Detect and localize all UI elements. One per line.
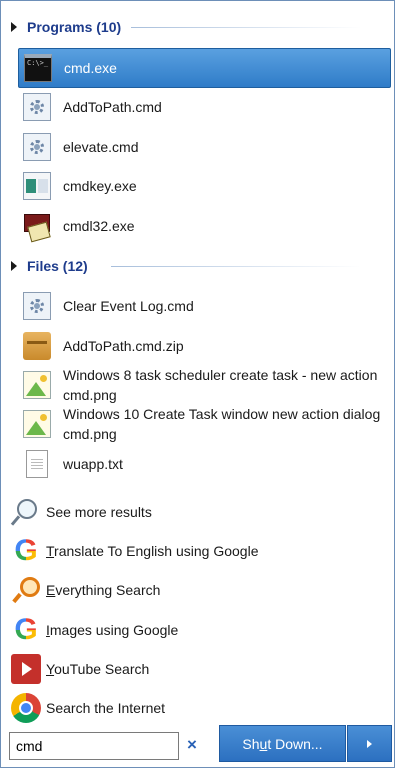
chevron-right-icon bbox=[367, 739, 372, 748]
expand-triangle-icon bbox=[11, 261, 17, 271]
program-item-cmdl32[interactable]: cmdl32.exe bbox=[18, 206, 391, 246]
see-more-label: See more results bbox=[46, 504, 152, 520]
gear-icon bbox=[23, 292, 51, 320]
access-key: T bbox=[46, 543, 55, 559]
translate-label: Translate To English using Google bbox=[46, 543, 258, 559]
google-icon: G bbox=[11, 536, 41, 566]
internet-label: Search the Internet bbox=[46, 700, 166, 716]
translate-google-action[interactable]: G Translate To English using Google bbox=[11, 532, 381, 570]
everything-label: Everything Search bbox=[46, 582, 160, 598]
everything-search-icon bbox=[11, 575, 41, 605]
programs-group-header[interactable]: Programs (10) bbox=[11, 16, 121, 38]
youtube-search-action[interactable]: YouTube Search bbox=[11, 650, 381, 688]
gear-icon bbox=[23, 93, 51, 121]
search-input[interactable] bbox=[9, 732, 179, 760]
file-item-clear-event-log[interactable]: Clear Event Log.cmd bbox=[18, 286, 391, 326]
programs-header-label: Programs (10) bbox=[27, 19, 122, 35]
file-item-label: Windows 10 Create Task window new action… bbox=[63, 406, 381, 442]
label-rest: ranslate To English using Google bbox=[54, 543, 259, 559]
shut-down-options-button[interactable] bbox=[347, 725, 392, 762]
file-item-label: Clear Event Log.cmd bbox=[63, 298, 194, 314]
files-group-header[interactable]: Files (12) bbox=[11, 255, 88, 277]
program-item-label: cmd.exe bbox=[64, 60, 117, 76]
program-item-label: cmdl32.exe bbox=[63, 218, 135, 234]
magnifier-icon bbox=[11, 497, 41, 527]
file-item-label: Windows 8 task scheduler create task - n… bbox=[63, 367, 378, 403]
image-icon bbox=[23, 410, 51, 438]
zip-icon bbox=[23, 332, 51, 360]
program-item-label: AddToPath.cmd bbox=[63, 99, 162, 115]
program-item-label: cmdkey.exe bbox=[63, 178, 137, 194]
everything-search-action[interactable]: Everything Search bbox=[11, 571, 381, 609]
file-item-wuapp[interactable]: wuapp.txt bbox=[18, 444, 391, 484]
label-rest: ouTube Search bbox=[54, 661, 150, 677]
search-internet-action[interactable]: Search the Internet bbox=[11, 689, 381, 727]
image-icon bbox=[23, 371, 51, 399]
files-header-label: Files (12) bbox=[27, 258, 88, 274]
access-key: u bbox=[259, 735, 268, 752]
key-icon bbox=[23, 172, 51, 200]
youtube-label: YouTube Search bbox=[46, 661, 149, 677]
file-item-label: wuapp.txt bbox=[63, 456, 123, 472]
images-google-action[interactable]: G Images using Google bbox=[11, 611, 381, 649]
see-more-results[interactable]: See more results bbox=[11, 493, 381, 531]
clear-search-icon[interactable]: × bbox=[187, 735, 197, 755]
gear-icon bbox=[23, 133, 51, 161]
expand-triangle-icon bbox=[11, 22, 17, 32]
shutdown-label-pre: Sh bbox=[242, 735, 260, 752]
program-item-elevate[interactable]: elevate.cmd bbox=[18, 127, 391, 167]
label-rest: verything Search bbox=[55, 582, 161, 598]
cmd-icon bbox=[24, 54, 52, 82]
images-label: Images using Google bbox=[46, 622, 178, 638]
program-item-cmd-exe[interactable]: cmd.exe bbox=[18, 48, 391, 88]
shutdown-label-post: t Down... bbox=[267, 735, 323, 752]
program-item-addtopath[interactable]: AddToPath.cmd bbox=[18, 87, 391, 127]
program-item-label: elevate.cmd bbox=[63, 139, 139, 155]
file-item-addtopath-zip[interactable]: AddToPath.cmd.zip bbox=[18, 326, 391, 366]
access-key: Y bbox=[46, 661, 55, 677]
text-file-icon bbox=[26, 450, 48, 478]
file-item-win10-png[interactable]: Windows 10 Create Task window new action… bbox=[18, 403, 391, 445]
google-icon: G bbox=[11, 615, 41, 645]
youtube-icon bbox=[11, 654, 41, 684]
label-rest: mages using Google bbox=[49, 622, 179, 638]
chrome-icon bbox=[11, 693, 41, 723]
file-item-label: AddToPath.cmd.zip bbox=[63, 338, 184, 354]
access-key: E bbox=[46, 582, 56, 598]
shut-down-button[interactable]: Sh u t Down... bbox=[219, 725, 346, 762]
program-item-cmdkey[interactable]: cmdkey.exe bbox=[18, 166, 391, 206]
dialer-icon bbox=[23, 212, 51, 240]
start-menu-panel: Programs (10) cmd.exe AddToPath.cmd elev… bbox=[0, 0, 395, 768]
file-item-win8-png[interactable]: Windows 8 task scheduler create task - n… bbox=[18, 364, 391, 406]
